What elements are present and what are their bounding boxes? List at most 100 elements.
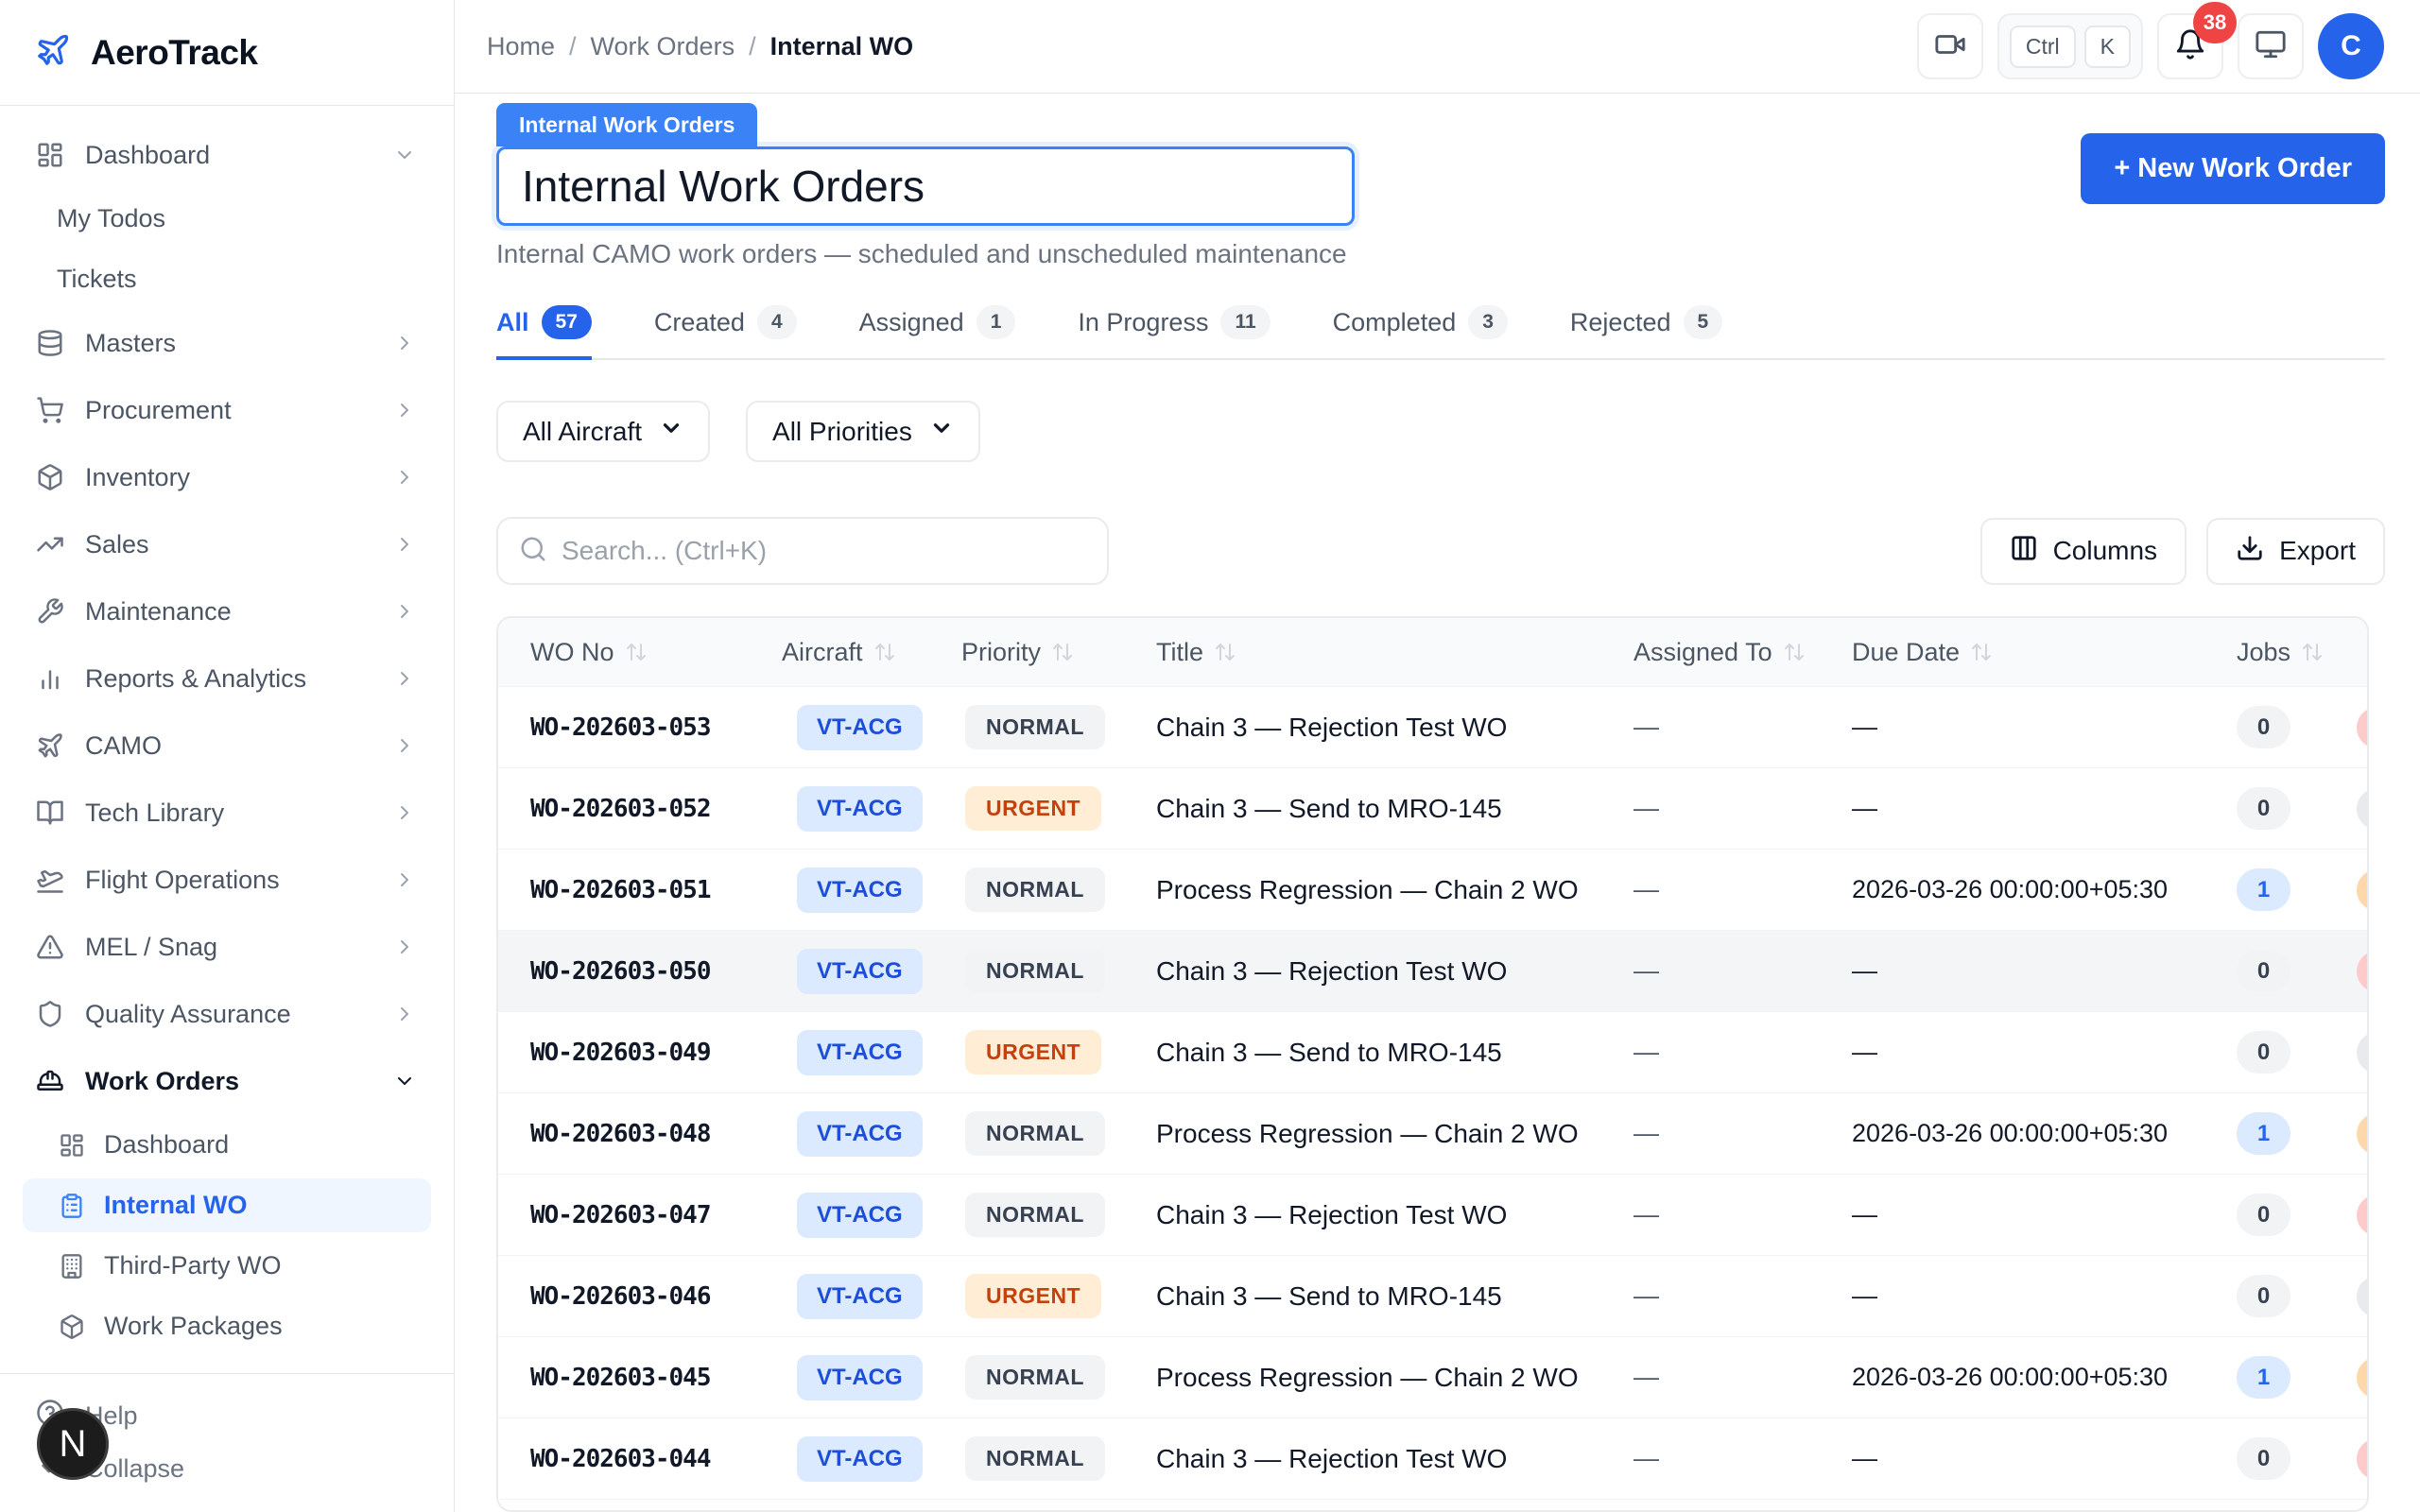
priority-filter-select[interactable]: All Priorities — [746, 401, 980, 462]
aircraft-badge: VT-ACG — [797, 1274, 923, 1319]
breadcrumb-separator: / — [569, 32, 577, 61]
columns-icon — [2010, 534, 2038, 569]
table-row[interactable]: WO-202603-050VT-ACGNORMALChain 3 — Rejec… — [498, 930, 2367, 1011]
column-header-label: Title — [1156, 638, 1203, 667]
sidebar-item-maintenance[interactable]: Maintenance — [23, 581, 431, 642]
plane-logo-icon — [35, 32, 71, 73]
table-row[interactable]: WO-202603-045VT-ACGNORMALProcess Regress… — [498, 1336, 2367, 1418]
sidebar-item-third-party-wo[interactable]: Third-Party WO — [23, 1239, 431, 1293]
priority-cell: NORMAL — [961, 1355, 1150, 1400]
priority-filter-label: All Priorities — [772, 417, 912, 447]
table-row[interactable]: WO-202603-051VT-ACGNORMALProcess Regress… — [498, 849, 2367, 930]
sidebar-item-flight-operations[interactable]: Flight Operations — [23, 850, 431, 910]
priority-badge: NORMAL — [965, 949, 1105, 993]
page-type-badge: Internal Work Orders — [496, 103, 757, 146]
tab-all[interactable]: All57 — [496, 305, 592, 360]
sidebar-item-label: My Todos — [57, 204, 165, 233]
table-row[interactable]: WO-202603-049VT-ACGURGENTChain 3 — Send … — [498, 1011, 2367, 1092]
sidebar-item-camo[interactable]: CAMO — [23, 715, 431, 776]
dev-tools-badge[interactable]: N — [37, 1408, 109, 1480]
export-button[interactable]: Export — [2206, 518, 2385, 585]
jobs-cell: 1 — [2229, 1356, 2367, 1399]
table-row[interactable]: WO-202603-048VT-ACGNORMALProcess Regress… — [498, 1092, 2367, 1174]
app-logo[interactable]: AeroTrack — [0, 0, 454, 106]
table-row[interactable]: WO-202603-046VT-ACGURGENTChain 3 — Send … — [498, 1255, 2367, 1336]
user-avatar[interactable]: C — [2318, 13, 2384, 79]
sidebar-item-work-orders[interactable]: Work Orders — [23, 1051, 431, 1111]
cart-icon — [36, 396, 64, 424]
jobs-count-badge: 0 — [2237, 1275, 2290, 1317]
due-date-cell: 2026-03-26 00:00:00+05:30 — [1845, 1119, 2229, 1148]
aircraft-cell: VT-ACG — [782, 949, 961, 994]
sidebar-item-quality-assurance[interactable]: Quality Assurance — [23, 984, 431, 1044]
assigned-to-cell: — — [1616, 956, 1845, 986]
display-mode-button[interactable] — [2238, 13, 2304, 79]
aircraft-filter-select[interactable]: All Aircraft — [496, 401, 710, 462]
wo-no-cell: WO-202603-049 — [498, 1039, 782, 1067]
search-input[interactable] — [562, 536, 1086, 566]
priority-cell: URGENT — [961, 1030, 1150, 1074]
sidebar-item-work-packages[interactable]: Work Packages — [23, 1299, 431, 1353]
assigned-to-cell: — — [1616, 1200, 1845, 1229]
tab-created[interactable]: Created4 — [654, 305, 797, 360]
page-title-input[interactable] — [496, 146, 1355, 226]
aircraft-filter-label: All Aircraft — [523, 417, 642, 447]
priority-cell: NORMAL — [961, 868, 1150, 912]
sidebar-item-mel-snag[interactable]: MEL / Snag — [23, 917, 431, 977]
sidebar-item-dashboard[interactable]: Dashboard — [23, 125, 431, 185]
sidebar-item-masters[interactable]: Masters — [23, 313, 431, 373]
priority-badge: URGENT — [965, 1030, 1101, 1074]
sidebar-item-tickets[interactable]: Tickets — [23, 252, 431, 306]
sidebar-item-label: Quality Assurance — [85, 1000, 291, 1029]
sidebar-item-procurement[interactable]: Procurement — [23, 380, 431, 440]
jobs-count-badge: 0 — [2237, 1194, 2290, 1236]
chevron-right-icon — [393, 1003, 416, 1025]
breadcrumb-home[interactable]: Home — [487, 32, 555, 61]
tab-label: Assigned — [859, 308, 964, 337]
column-header-due-date[interactable]: Due Date — [1845, 638, 2229, 667]
sidebar-item-sales[interactable]: Sales — [23, 514, 431, 575]
jobs-cell: 1 — [2229, 1112, 2367, 1155]
column-header-assigned-to[interactable]: Assigned To — [1616, 638, 1845, 667]
sidebar-item-label: Inventory — [85, 463, 190, 492]
column-header-title[interactable]: Title — [1150, 638, 1616, 667]
chevron-down-icon — [929, 416, 954, 447]
screen-record-button[interactable] — [1917, 13, 1983, 79]
table-row[interactable]: WO-202603-053VT-ACGNORMALChain 3 — Rejec… — [498, 686, 2367, 767]
sidebar-item-internal-wo[interactable]: Internal WO — [23, 1178, 431, 1232]
table-row[interactable]: WO-202603-044VT-ACGNORMALChain 3 — Rejec… — [498, 1418, 2367, 1499]
table-row[interactable]: WO-202603-047VT-ACGNORMALChain 3 — Rejec… — [498, 1174, 2367, 1255]
sidebar-item-inventory[interactable]: Inventory — [23, 447, 431, 507]
tab-assigned[interactable]: Assigned1 — [859, 305, 1016, 360]
breadcrumb-current: Internal WO — [770, 32, 914, 61]
sort-icon — [2301, 641, 2324, 663]
priority-badge: NORMAL — [965, 1355, 1105, 1400]
wo-no-cell: WO-202603-044 — [498, 1445, 782, 1473]
chevron-right-icon — [393, 801, 416, 824]
column-header-wo-no[interactable]: WO No — [498, 638, 782, 667]
column-header-priority[interactable]: Priority — [961, 638, 1150, 667]
tab-in-progress[interactable]: In Progress11 — [1078, 305, 1270, 360]
column-header-jobs[interactable]: Jobs — [2229, 638, 2367, 667]
column-header-aircraft[interactable]: Aircraft — [782, 638, 961, 667]
table-row[interactable]: WO-202603-052VT-ACGURGENTChain 3 — Send … — [498, 767, 2367, 849]
new-work-order-button[interactable]: + New Work Order — [2081, 133, 2385, 204]
ctrl-key: Ctrl — [2010, 26, 2076, 68]
book-icon — [36, 799, 64, 827]
sidebar-item-reports-analytics[interactable]: Reports & Analytics — [23, 648, 431, 709]
sidebar-item-label: MEL / Snag — [85, 933, 217, 962]
sort-icon — [1970, 641, 1993, 663]
tab-rejected[interactable]: Rejected5 — [1570, 305, 1722, 360]
priority-cell: NORMAL — [961, 1436, 1150, 1481]
sidebar-item-dashboard[interactable]: Dashboard — [23, 1118, 431, 1172]
tab-completed[interactable]: Completed3 — [1333, 305, 1508, 360]
breadcrumb-section[interactable]: Work Orders — [591, 32, 735, 61]
priority-cell: NORMAL — [961, 949, 1150, 993]
sidebar-item-my-todos[interactable]: My Todos — [23, 192, 431, 246]
notifications-button[interactable]: 38 — [2157, 13, 2223, 79]
command-palette-shortcut[interactable]: Ctrl K — [1997, 13, 2143, 79]
columns-button[interactable]: Columns — [1980, 518, 2187, 585]
sidebar-item-tech-library[interactable]: Tech Library — [23, 782, 431, 843]
jobs-count-badge: 0 — [2237, 787, 2290, 830]
sidebar-item-label: Dashboard — [104, 1130, 229, 1160]
